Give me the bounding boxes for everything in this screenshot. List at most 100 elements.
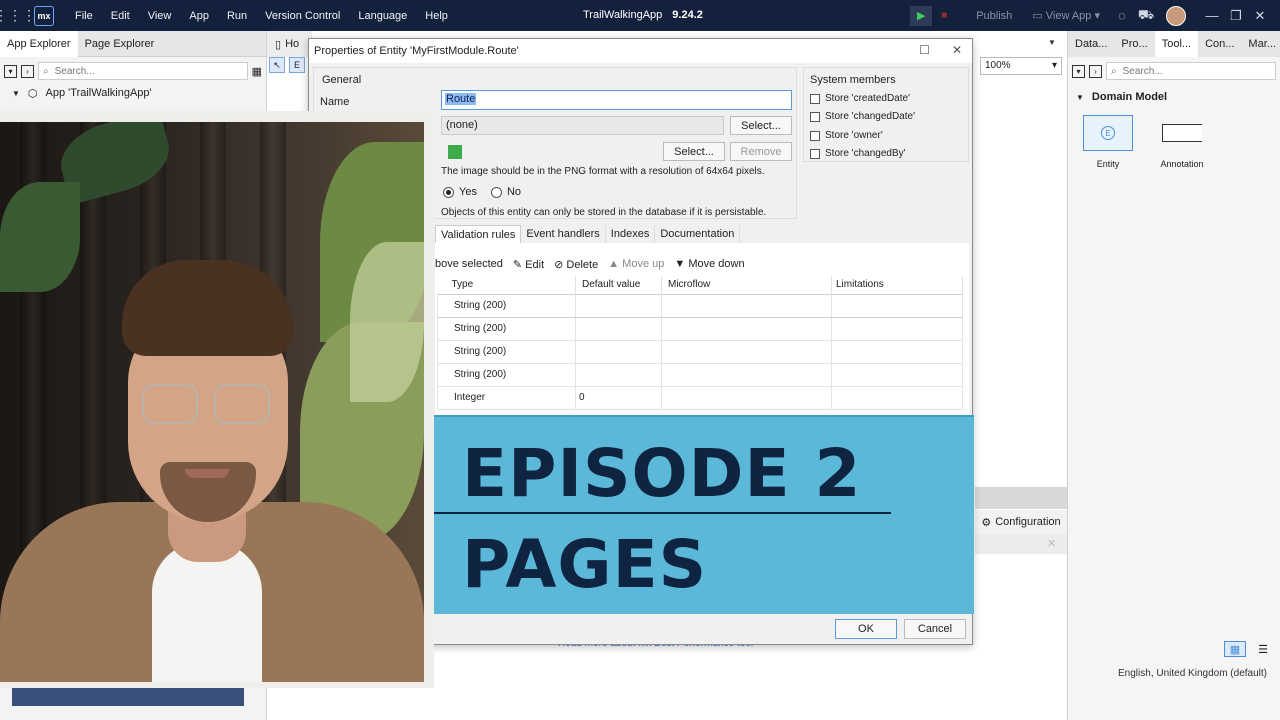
select-image-button[interactable]: Select...	[663, 142, 725, 161]
user-avatar[interactable]	[1166, 5, 1186, 26]
cancel-button[interactable]: Cancel	[904, 619, 966, 639]
name-input[interactable]: Route	[441, 90, 792, 110]
menu-edit[interactable]: Edit	[102, 10, 139, 22]
entity-icon: E	[1101, 126, 1115, 140]
close-icon[interactable]: ✕	[952, 43, 962, 57]
select-tool-icon[interactable]: ↖	[269, 57, 285, 73]
delete-button[interactable]: ⊘ Delete	[554, 258, 598, 271]
app-grid-icon[interactable]: ⋮⋮⋮	[0, 0, 36, 31]
chat-icon[interactable]: ◌	[1110, 8, 1134, 23]
domain-model-label: Domain Model	[1091, 91, 1168, 103]
col-default-value[interactable]: Default value	[575, 276, 662, 294]
stop-button[interactable]: ■	[936, 6, 952, 26]
tab-indexes[interactable]: Indexes	[606, 225, 656, 243]
menu-view[interactable]: View	[139, 10, 181, 22]
remove-image-button[interactable]: Remove	[730, 142, 792, 161]
radio-on-icon	[443, 186, 454, 198]
tab-properties[interactable]: Pro...	[1114, 31, 1154, 57]
sys-label: Store 'changedDate'	[825, 111, 915, 122]
episode-title: EPISODE 2	[462, 435, 862, 512]
col-microflow[interactable]: Microflow	[661, 276, 832, 294]
menu-version-control[interactable]: Version Control	[256, 10, 349, 22]
zoom-select[interactable]: 100% ▾	[980, 57, 1062, 75]
table-row[interactable]: String (200)	[437, 316, 963, 341]
add-above-selected-button[interactable]: bove selected	[435, 258, 503, 270]
tab-page-explorer[interactable]: Page Explorer	[78, 31, 162, 57]
mendix-logo-icon: mx	[34, 5, 54, 26]
persistable-no-radio[interactable]: No	[490, 186, 521, 198]
tab-connector[interactable]: Con...	[1198, 31, 1241, 57]
arrow-up-icon: ▲	[608, 258, 620, 270]
ok-button[interactable]: OK	[835, 619, 897, 639]
tab-toolbox[interactable]: Tool...	[1154, 31, 1199, 57]
list-view-icon[interactable]: ☰	[1252, 641, 1274, 657]
persist-note: Objects of this entity can only be store…	[441, 207, 767, 218]
table-row[interactable]: String (200)	[437, 293, 963, 318]
menu-language[interactable]: Language	[349, 10, 416, 22]
menu-file[interactable]: File	[66, 10, 102, 22]
store-changed-by-checkbox[interactable]: Store 'changedBy'	[810, 148, 906, 159]
tab-validation-rules[interactable]: Validation rules	[435, 225, 522, 243]
sys-label: Store 'changedBy'	[825, 148, 906, 159]
toolbox-search[interactable]: ⌕ Search...	[1106, 62, 1276, 80]
select-generalization-button[interactable]: Select...	[730, 116, 792, 135]
dock-dropdown-icon[interactable]: ▼	[1048, 38, 1056, 47]
attributes-panel: bove selected ✎ Edit ⊘ Delete ▲ Move up …	[435, 243, 969, 418]
table-row[interactable]: String (200)	[437, 339, 963, 364]
minimize-icon[interactable]: —	[1200, 8, 1224, 23]
edit-button[interactable]: ✎ Edit	[513, 258, 544, 271]
view-app-button[interactable]: ▭ View App ▾	[1022, 9, 1110, 22]
tab-home[interactable]: ▯ Ho	[267, 31, 312, 57]
table-row[interactable]: Integer 0	[437, 385, 963, 410]
restore-icon[interactable]: ❐	[1224, 8, 1248, 24]
move-down-button[interactable]: ▼ Move down	[674, 258, 744, 270]
attributes-table: Type Default value Microflow Limitations…	[437, 276, 963, 410]
editor-tools: ↖ E	[267, 57, 307, 77]
image-hint: The image should be in the PNG format wi…	[441, 166, 765, 177]
cell-limitations	[831, 362, 963, 387]
tab-data[interactable]: Data...	[1068, 31, 1114, 57]
collapse-all-icon[interactable]: ▾	[4, 64, 17, 78]
store-changed-date-checkbox[interactable]: Store 'changedDate'	[810, 111, 915, 122]
menu-app[interactable]: App	[180, 10, 218, 22]
toolbox-annotation[interactable]: Annotation	[1152, 115, 1212, 169]
persistable-yes-radio[interactable]: Yes	[443, 186, 477, 198]
menu-help[interactable]: Help	[416, 10, 457, 22]
tab-marketplace[interactable]: Mar...	[1241, 31, 1280, 57]
tab-app-explorer[interactable]: App Explorer	[0, 30, 78, 57]
run-button[interactable]: ▶	[910, 5, 933, 26]
edit-label: Edit	[525, 258, 545, 271]
store-created-date-checkbox[interactable]: Store 'createdDate'	[810, 93, 910, 104]
layout-icon[interactable]: ▦	[252, 65, 262, 78]
checkbox-icon	[810, 111, 820, 122]
toolbox-entity[interactable]: E Entity	[1078, 115, 1138, 169]
entity-tool-icon[interactable]: E	[289, 57, 305, 73]
tree-app-label: App 'TrailWalkingApp'	[45, 87, 152, 99]
language-status[interactable]: English, United Kingdom (default)	[1118, 668, 1267, 679]
window-title: TrailWalkingApp 9.24.2	[583, 9, 703, 21]
app-explorer-search[interactable]: ⌕ Search...	[38, 62, 248, 80]
expand-all-icon[interactable]: ›	[1089, 64, 1102, 78]
glasses-right-lens	[214, 384, 270, 424]
tab-event-handlers[interactable]: Event handlers	[521, 225, 606, 243]
cell-microflow	[661, 362, 832, 387]
publish-button[interactable]: Publish	[966, 10, 1022, 22]
dialog-title-bar: Properties of Entity 'MyFirstModule.Rout…	[309, 39, 972, 63]
close-icon[interactable]: ✕	[1248, 8, 1272, 24]
col-type[interactable]: Type	[437, 276, 576, 294]
close-panel-icon[interactable]: ✕	[1047, 537, 1056, 550]
expand-all-icon[interactable]: ›	[21, 64, 34, 78]
store-owner-checkbox[interactable]: Store 'owner'	[810, 130, 883, 141]
move-up-button[interactable]: ▲ Move up	[608, 258, 664, 270]
configuration-button[interactable]: ⚙ Configuration	[975, 510, 1067, 534]
tab-documentation[interactable]: Documentation	[655, 225, 741, 243]
domain-model-section[interactable]: ▼ Domain Model	[1068, 85, 1280, 109]
col-limitations[interactable]: Limitations	[831, 276, 963, 294]
grid-view-icon[interactable]: ▦	[1224, 641, 1246, 657]
tree-item-app[interactable]: ▼ ⬡ App 'TrailWalkingApp'	[0, 82, 266, 104]
table-row[interactable]: String (200)	[437, 362, 963, 387]
cart-icon[interactable]: ⛟	[1134, 7, 1158, 25]
maximize-icon[interactable]: ☐	[919, 43, 930, 57]
collapse-all-icon[interactable]: ▾	[1072, 64, 1085, 78]
menu-run[interactable]: Run	[218, 10, 256, 22]
